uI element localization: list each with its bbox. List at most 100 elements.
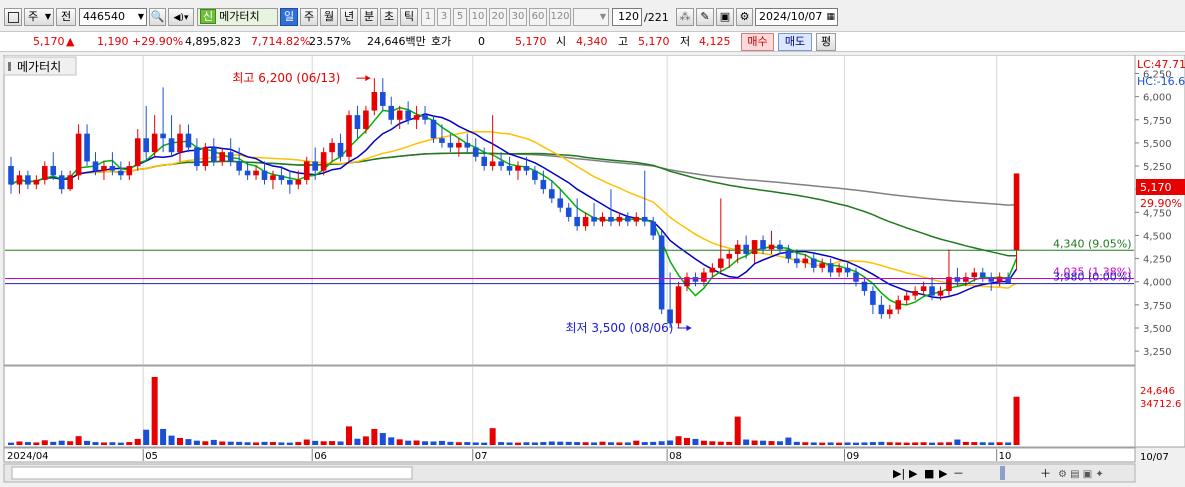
candle-body: [549, 189, 555, 199]
tab-period-minute[interactable]: 분: [360, 8, 378, 26]
volume-bar: [16, 441, 23, 445]
settings-button[interactable]: ⚙: [736, 8, 753, 26]
candle-body: [777, 244, 783, 250]
code-value: 446540: [83, 10, 125, 23]
candle-body: [963, 277, 969, 282]
new-listing-badge: 신: [200, 9, 217, 24]
candle-body: [253, 170, 259, 176]
minute-option[interactable]: 60: [529, 8, 547, 26]
date-input[interactable]: 2024/10/07 ▦: [755, 8, 838, 26]
last-price-label: 5,170: [1140, 181, 1172, 194]
volume-bar: [75, 436, 82, 445]
volume-bar: [954, 439, 961, 445]
volume-bar: [726, 441, 733, 445]
candle-body: [134, 138, 141, 167]
candle-body: [760, 240, 766, 250]
candle-body: [498, 161, 504, 167]
open-label: 시: [556, 35, 567, 48]
minute-option[interactable]: 3: [437, 8, 451, 26]
minute-option[interactable]: 30: [509, 8, 527, 26]
minute-option[interactable]: 20: [489, 8, 507, 26]
volume-bar: [802, 442, 809, 445]
sell-button[interactable]: 매도: [778, 33, 812, 51]
candle-body: [506, 166, 513, 171]
volume-bar: [405, 440, 412, 445]
market-select[interactable]: 주 ▼: [24, 8, 54, 26]
price-tick-label: 3,500: [1143, 324, 1172, 335]
stock-name-display[interactable]: 신 메가터치: [197, 8, 278, 26]
volume-bar: [92, 442, 99, 445]
minute-option[interactable]: 5: [453, 8, 467, 26]
stop-icon[interactable]: ■: [924, 467, 934, 480]
zoom-plus-icon[interactable]: ＋: [1040, 467, 1051, 480]
volume-bar: [506, 442, 513, 445]
candle-body: [380, 92, 386, 106]
candle-body: [160, 133, 166, 139]
window-toggle-checkbox[interactable]: [4, 8, 22, 26]
volume-bar: [134, 438, 141, 445]
volume-bar: [785, 437, 792, 445]
scroll-thumb[interactable]: [11, 466, 413, 480]
month-label: 08: [669, 451, 682, 462]
draw-tool-button[interactable]: ✎: [696, 8, 714, 26]
price-tick-label: 5,750: [1143, 116, 1172, 127]
volume-bar: [185, 439, 192, 445]
candle-body: [971, 272, 978, 278]
candle-body: [422, 115, 428, 120]
candle-body: [244, 170, 251, 176]
count-input[interactable]: 120: [612, 8, 642, 26]
volume-bar: [886, 442, 893, 445]
candle-body: [709, 267, 716, 273]
candle-body: [836, 267, 842, 273]
tab-period-day[interactable]: 일: [280, 8, 298, 26]
volume-bar: [768, 441, 775, 445]
candle-body: [633, 216, 640, 222]
candle-body: [675, 286, 682, 324]
volume-bar: [650, 441, 657, 445]
candle-body: [202, 147, 209, 167]
next-icon[interactable]: ▶: [939, 467, 948, 480]
prev-button[interactable]: 전: [56, 8, 76, 26]
volume-bar: [362, 436, 369, 445]
custom-period-select[interactable]: ▼: [573, 8, 609, 26]
tab-period-year[interactable]: 년: [340, 8, 358, 26]
tab-period-month[interactable]: 월: [320, 8, 338, 26]
grid-button[interactable]: ⁂: [676, 8, 694, 26]
volume-bar: [979, 442, 986, 445]
play-icon[interactable]: ▶: [909, 467, 918, 480]
minute-option[interactable]: 1: [421, 8, 435, 26]
candle-body: [895, 300, 902, 310]
evaluate-button[interactable]: 평: [816, 33, 836, 51]
search-button[interactable]: 🔍: [149, 8, 166, 26]
tab-period-week[interactable]: 주: [300, 8, 318, 26]
price-tick-label: 5,250: [1143, 162, 1172, 173]
minute-option[interactable]: 120: [549, 8, 571, 26]
zoom-slider-handle[interactable]: [1000, 466, 1005, 480]
date-axis: [3, 447, 1136, 463]
candle-body: [25, 175, 31, 185]
volume-bar: [261, 441, 268, 445]
candle-body: [472, 147, 479, 157]
candle-body: [608, 216, 614, 222]
volume-bar: [8, 442, 14, 445]
tab-period-tick[interactable]: 틱: [400, 8, 418, 26]
volume-bar: [819, 442, 826, 445]
month-label: 06: [314, 451, 327, 462]
candle-body: [396, 110, 403, 120]
chart-tools-icon[interactable]: ⚙ ▤ ▣ ✦: [1058, 469, 1104, 480]
candle-body: [523, 166, 530, 171]
volume-panel: [3, 365, 1136, 448]
step-forward-icon[interactable]: ▶|: [893, 467, 905, 480]
candle-body: [346, 115, 352, 157]
code-input[interactable]: 446540 ▼: [79, 8, 147, 26]
buy-button[interactable]: 매수: [741, 33, 774, 51]
volume-bar: [591, 442, 598, 445]
sound-button[interactable]: ◀)▾: [168, 8, 194, 26]
zoom-minus-icon[interactable]: －: [953, 467, 964, 480]
low-annotation: 최저 3,500 (08/06): [565, 321, 673, 335]
minute-option[interactable]: 10: [469, 8, 487, 26]
volume-bar: [329, 441, 336, 445]
tab-period-second[interactable]: 초: [380, 8, 398, 26]
candle-body: [701, 272, 707, 282]
save-button[interactable]: ▣: [716, 8, 734, 26]
